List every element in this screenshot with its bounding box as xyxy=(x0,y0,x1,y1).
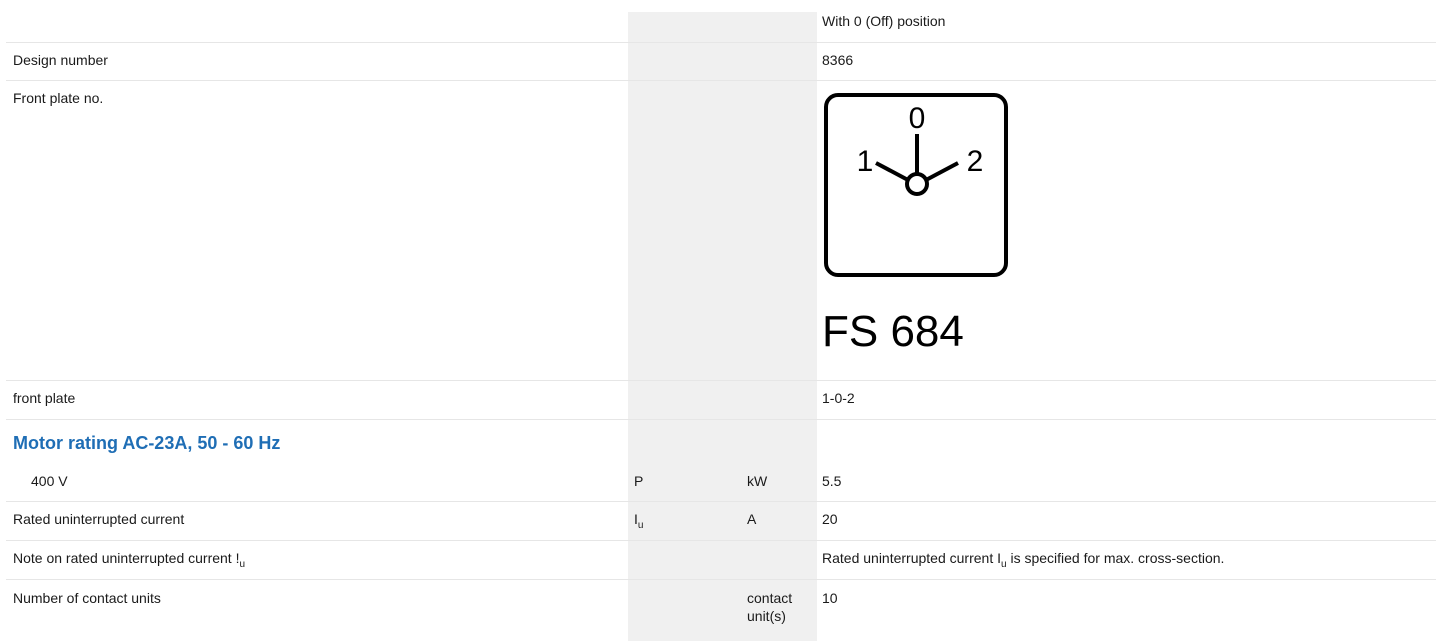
row-divider xyxy=(6,80,1436,81)
design-number-label: Design number xyxy=(13,52,108,68)
note-current-value: Rated uninterrupted current Iu is specif… xyxy=(822,550,1225,570)
row-divider xyxy=(6,579,1436,580)
motor-400v-unit: kW xyxy=(747,473,768,489)
front-plate-dial-icon: 0 1 2 xyxy=(824,93,1008,277)
row-divider xyxy=(6,380,1436,381)
front-plate-code: FS 684 xyxy=(822,307,964,356)
symbol-unit-column-band xyxy=(628,12,817,641)
row-divider xyxy=(6,501,1436,502)
motor-400v-symbol: P xyxy=(634,473,644,489)
dial-label-right: 2 xyxy=(967,145,984,178)
dial-label-left: 1 xyxy=(857,145,874,178)
row-divider xyxy=(6,540,1436,541)
rated-current-unit: A xyxy=(747,511,757,527)
motor-400v-label: 400 V xyxy=(31,473,68,489)
contact-units-label: Number of contact units xyxy=(13,590,161,606)
design-number-value: 8366 xyxy=(822,52,854,68)
dial-label-center: 0 xyxy=(909,102,926,135)
rated-current-label: Rated uninterrupted current xyxy=(13,511,185,527)
note-current-label: Note on rated uninterrupted current !u xyxy=(13,550,246,570)
section-heading-motor-rating: Motor rating AC-23A, 50 - 60 Hz xyxy=(13,433,281,453)
front-plate-no-label: Front plate no. xyxy=(13,90,104,106)
row-divider xyxy=(6,42,1436,43)
row-divider xyxy=(6,419,1436,420)
motor-400v-value: 5.5 xyxy=(822,473,842,489)
contact-units-unit: contact unit(s) xyxy=(747,590,793,624)
contact-units-value: 10 xyxy=(822,590,838,606)
rated-current-symbol: Iu xyxy=(634,511,644,531)
position-value: With 0 (Off) position xyxy=(822,13,946,29)
front-plate-label: front plate xyxy=(13,390,76,406)
rated-current-value: 20 xyxy=(822,511,838,527)
front-plate-value: 1-0-2 xyxy=(822,390,855,406)
